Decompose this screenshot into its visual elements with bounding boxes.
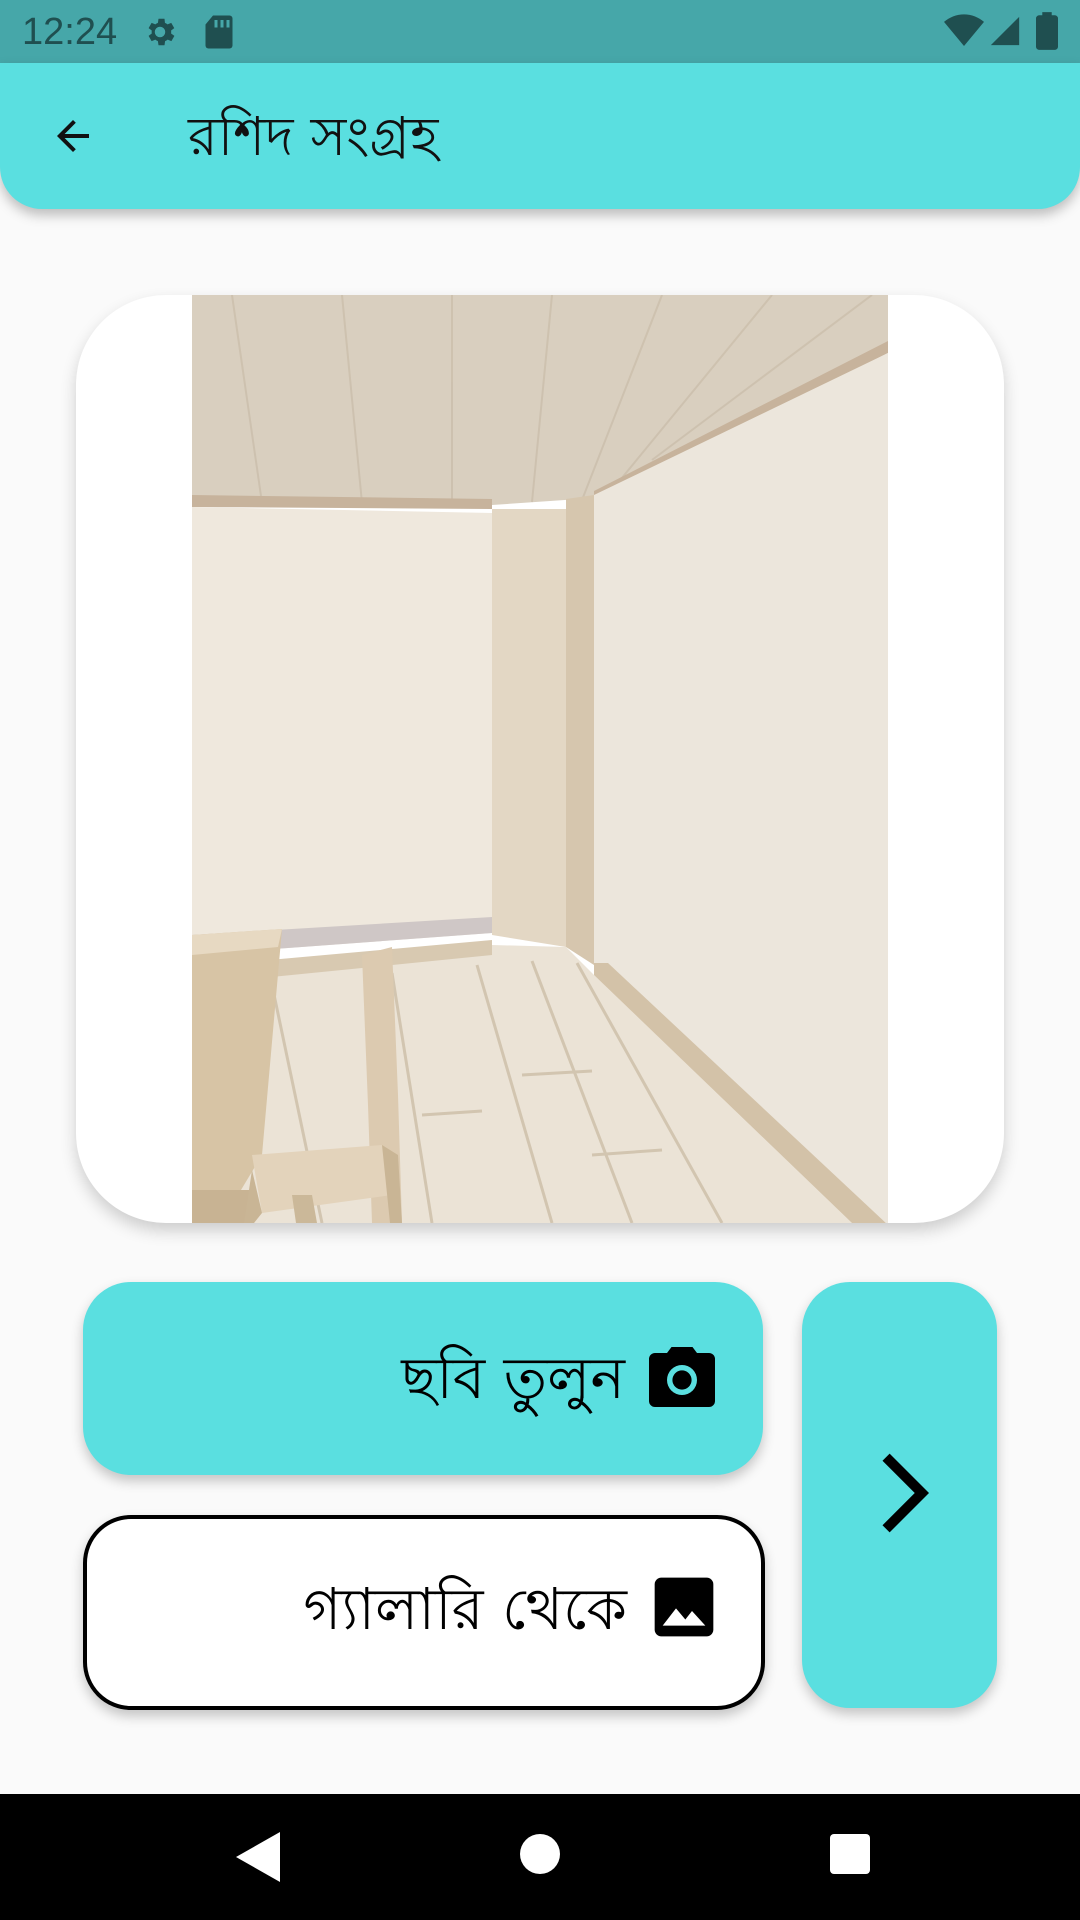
- battery-icon: [1036, 12, 1058, 54]
- receipt-preview-image: [192, 295, 888, 1223]
- status-bar: 12:24: [0, 0, 1080, 63]
- system-nav-bar: [0, 1794, 1080, 1920]
- wifi-icon: [944, 14, 984, 52]
- gallery-button[interactable]: গ্যালারি থেকে: [83, 1515, 765, 1710]
- take-photo-label: ছবি তুলুন: [401, 1344, 625, 1412]
- sd-card-icon: [204, 14, 234, 54]
- cell-signal-icon: [988, 14, 1022, 52]
- page-title: রশিদ সংগ্রহ: [188, 105, 439, 168]
- back-button[interactable]: [36, 101, 110, 175]
- next-button[interactable]: [802, 1282, 997, 1708]
- status-time: 12:24: [22, 11, 118, 53]
- camera-icon: [646, 1344, 718, 1414]
- image-preview-card: [76, 295, 1004, 1223]
- chevron-right-icon: [854, 1445, 944, 1545]
- gear-icon: [142, 14, 178, 54]
- arrow-back-icon: [49, 112, 97, 164]
- nav-back-icon[interactable]: [236, 1832, 280, 1886]
- image-icon: [652, 1575, 716, 1643]
- take-photo-button[interactable]: ছবি তুলুন: [83, 1282, 763, 1475]
- nav-home-icon[interactable]: [520, 1834, 560, 1878]
- nav-recents-icon[interactable]: [830, 1834, 870, 1878]
- app-bar: রশিদ সংগ্রহ: [0, 63, 1080, 209]
- gallery-label: গ্যালারি থেকে: [303, 1575, 627, 1643]
